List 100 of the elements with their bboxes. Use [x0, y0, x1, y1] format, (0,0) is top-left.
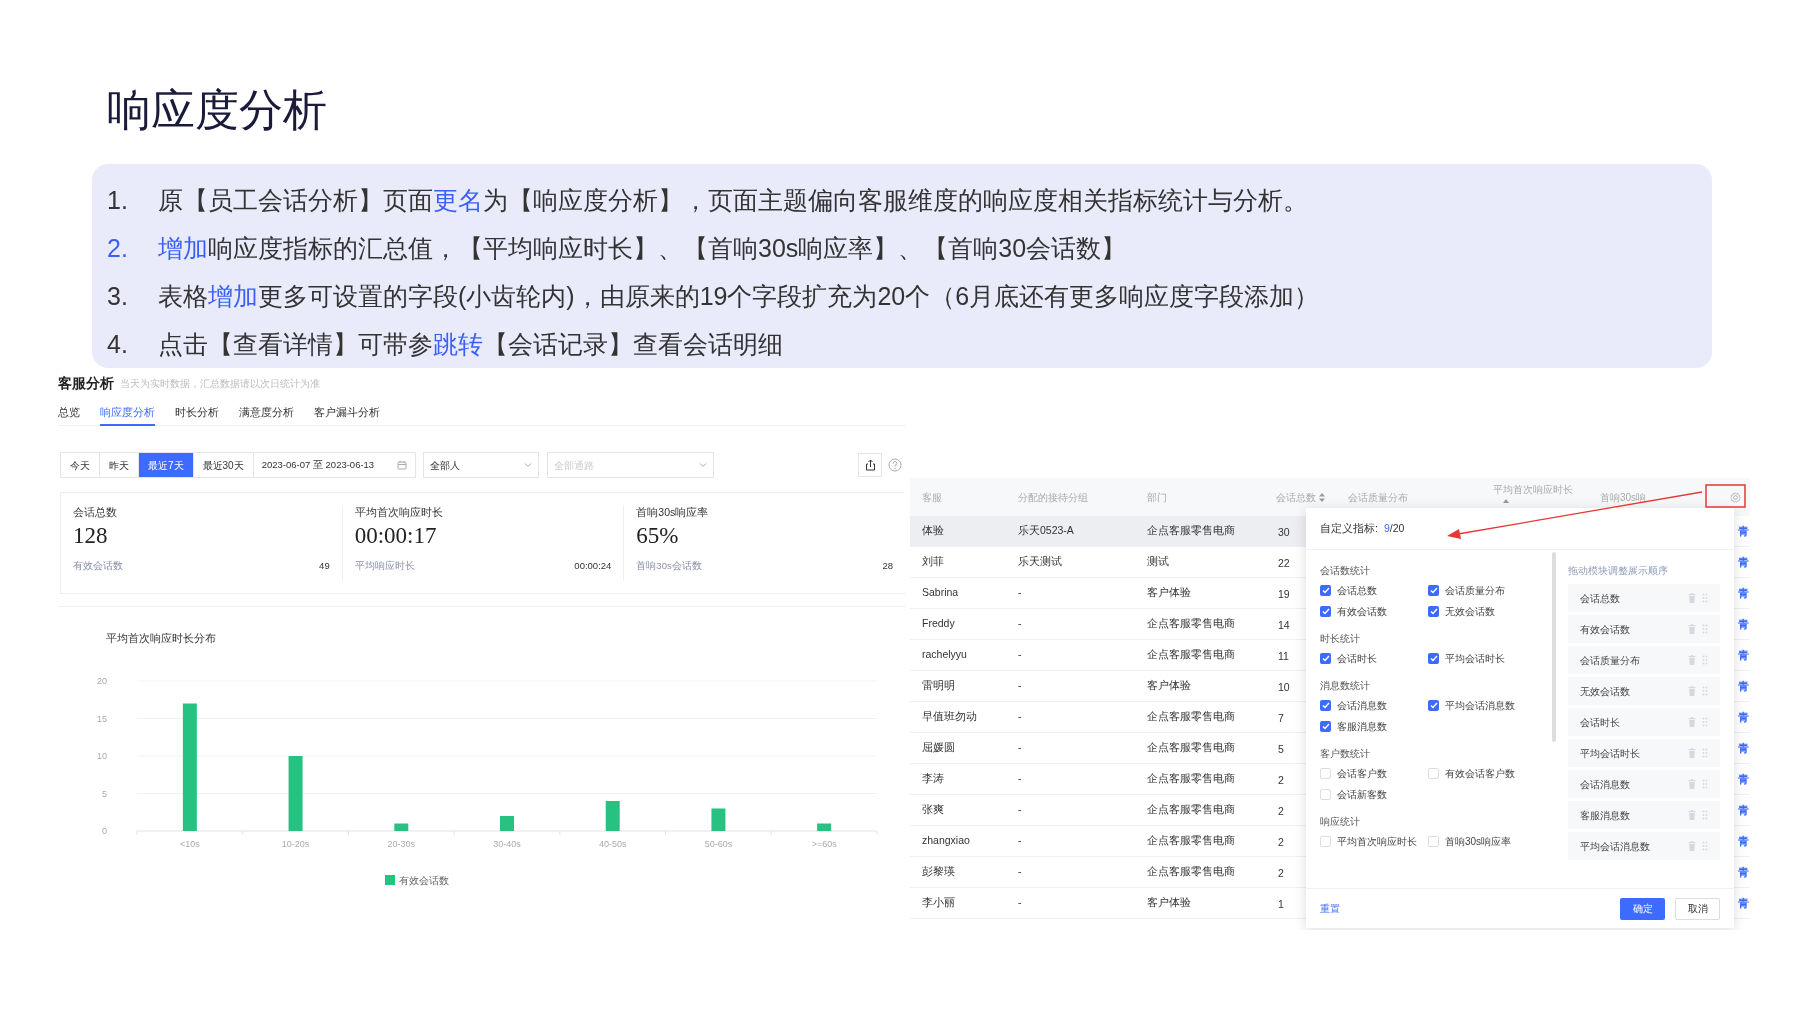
checkbox-option[interactable]: 会话客户数: [1320, 763, 1428, 784]
date-range-button[interactable]: 最近7天: [138, 452, 194, 478]
tab[interactable]: 响应度分析: [100, 400, 155, 426]
sort-icon: [1319, 492, 1325, 502]
table-link[interactable]: 青: [1738, 708, 1749, 726]
sortable-item[interactable]: 客服消息数: [1568, 801, 1720, 829]
reset-link[interactable]: 重置: [1320, 901, 1340, 916]
table-cell-text: 客户体验: [1147, 678, 1192, 694]
tab[interactable]: 时长分析: [175, 400, 219, 426]
sortable-item[interactable]: 无效会话数: [1568, 677, 1720, 705]
checkbox-option[interactable]: 平均会话消息数: [1428, 695, 1556, 716]
table-cell: 11: [1278, 650, 1289, 662]
table-link[interactable]: 青: [1738, 677, 1749, 695]
axis-tick-label: 30-40s: [493, 839, 521, 849]
note-number: 2.: [107, 233, 129, 265]
checkbox-option[interactable]: 会话质量分布: [1428, 580, 1556, 601]
table-cell: 14: [1278, 619, 1290, 631]
checkbox[interactable]: [1320, 768, 1331, 779]
sortable-item[interactable]: 会话总数: [1568, 584, 1720, 612]
checkbox[interactable]: [1320, 653, 1331, 664]
drag-handle-icon: [1702, 717, 1708, 727]
checkbox[interactable]: [1428, 653, 1439, 664]
tab[interactable]: 满意度分析: [239, 400, 294, 426]
checkbox-option[interactable]: 无效会话数: [1428, 601, 1556, 622]
checkbox-option[interactable]: 会话消息数: [1320, 695, 1428, 716]
checkbox[interactable]: [1320, 585, 1331, 596]
sortable-item[interactable]: 会话时长: [1568, 708, 1720, 736]
table-cell-text: 企点客服零售电商: [1147, 709, 1236, 725]
table-cell-text: 企点客服零售电商: [1147, 771, 1236, 787]
table-cell-text: 屈媛圆: [921, 740, 956, 756]
sortable-item[interactable]: 会话消息数: [1568, 770, 1720, 798]
column-header: 客服: [922, 490, 942, 505]
table-link[interactable]: 青: [1738, 770, 1749, 788]
checkbox[interactable]: [1320, 836, 1331, 847]
table-link[interactable]: 青: [1738, 553, 1749, 571]
checkbox-option[interactable]: 有效会话客户数: [1428, 763, 1556, 784]
sortable-item[interactable]: 会话质量分布: [1568, 646, 1720, 674]
table-cell-text: 乐天0523-A: [1018, 523, 1075, 539]
checkbox-option[interactable]: 平均首次响应时长: [1320, 831, 1428, 852]
checkbox-option[interactable]: 会话总数: [1320, 580, 1428, 601]
checkbox-option[interactable]: 会话新客数: [1320, 784, 1428, 805]
table-cell-text: Sabrina: [921, 585, 960, 601]
axis-tick-label: 10-20s: [281, 839, 310, 849]
settings-icon: [1730, 491, 1741, 503]
table-link[interactable]: 青: [1738, 894, 1749, 912]
sortable-item[interactable]: 有效会话数: [1568, 615, 1720, 643]
column-header: 部门: [1147, 490, 1167, 505]
sortable-item[interactable]: 平均会话时长: [1568, 739, 1720, 767]
date-range-button[interactable]: 今天: [60, 452, 100, 478]
stat-label: 首响30s响应率: [636, 505, 710, 519]
table-cell-text: 企点客服零售电商: [1147, 616, 1236, 632]
checkbox[interactable]: [1320, 789, 1331, 800]
checkbox-option[interactable]: 有效会话数: [1320, 601, 1428, 622]
drag-handle-icon: [1702, 779, 1708, 789]
help-icon: [888, 458, 902, 472]
table-link[interactable]: 青: [1738, 739, 1749, 757]
checkbox[interactable]: [1428, 768, 1439, 779]
checkbox[interactable]: [1320, 721, 1331, 732]
checkbox-option[interactable]: 客服消息数: [1320, 716, 1428, 737]
table-row[interactable]: 体验 乐天0523-A 企点客服零售电商 30: [910, 516, 1306, 546]
axis-tick-label: 50-60s: [704, 839, 733, 849]
table-link[interactable]: 青: [1738, 522, 1749, 540]
checkbox[interactable]: [1428, 585, 1439, 596]
note-text: 点击【查看详情】可带参跳转【会话记录】查看会话明细: [158, 329, 783, 361]
checkbox[interactable]: [1320, 606, 1331, 617]
tab[interactable]: 总览: [58, 400, 80, 426]
sortable-item[interactable]: 平均会话消息数: [1568, 832, 1720, 860]
table-link[interactable]: 青: [1738, 615, 1749, 633]
date-range-button[interactable]: 昨天: [99, 452, 139, 478]
date-range-field[interactable]: 2023-06-07 至 2023-06-13: [252, 452, 416, 478]
table-cell-text: -: [1018, 616, 1023, 632]
confirm-button[interactable]: 确定: [1620, 897, 1665, 920]
cancel-button[interactable]: 取消: [1675, 897, 1720, 920]
table-link[interactable]: 青: [1738, 646, 1749, 664]
export-icon: [864, 459, 876, 471]
table-cell-text: 客户体验: [1147, 895, 1192, 911]
checkbox-option[interactable]: 首响30s响应率: [1428, 831, 1556, 852]
table-cell-text: -: [1018, 678, 1023, 694]
checkbox-option[interactable]: 平均会话时长: [1428, 648, 1556, 669]
table-cell: 7: [1278, 712, 1284, 724]
table-cell-text: 张爽: [921, 802, 945, 818]
checkbox-option[interactable]: 会话时长: [1320, 648, 1428, 669]
scrollbar[interactable]: [1552, 552, 1556, 742]
agent-select[interactable]: 全部人: [422, 452, 539, 478]
table-link[interactable]: 青: [1738, 832, 1749, 850]
checkbox[interactable]: [1428, 836, 1439, 847]
checkbox[interactable]: [1428, 700, 1439, 711]
table-cell-text: 企点客服零售电商: [1147, 802, 1236, 818]
table-link[interactable]: 青: [1738, 584, 1749, 602]
table-link[interactable]: 青: [1738, 863, 1749, 881]
tab[interactable]: 客户漏斗分析: [314, 400, 380, 426]
date-range-button[interactable]: 最近30天: [192, 452, 254, 478]
table-link[interactable]: 青: [1738, 801, 1749, 819]
axis-tick-label: 0: [102, 826, 107, 836]
checkbox[interactable]: [1320, 700, 1331, 711]
group-title: 客户数统计: [1320, 746, 1371, 761]
checkbox[interactable]: [1428, 606, 1439, 617]
export-button[interactable]: [858, 453, 882, 477]
axis-tick-label: 5: [102, 788, 107, 799]
trash-icon: [1688, 624, 1696, 634]
